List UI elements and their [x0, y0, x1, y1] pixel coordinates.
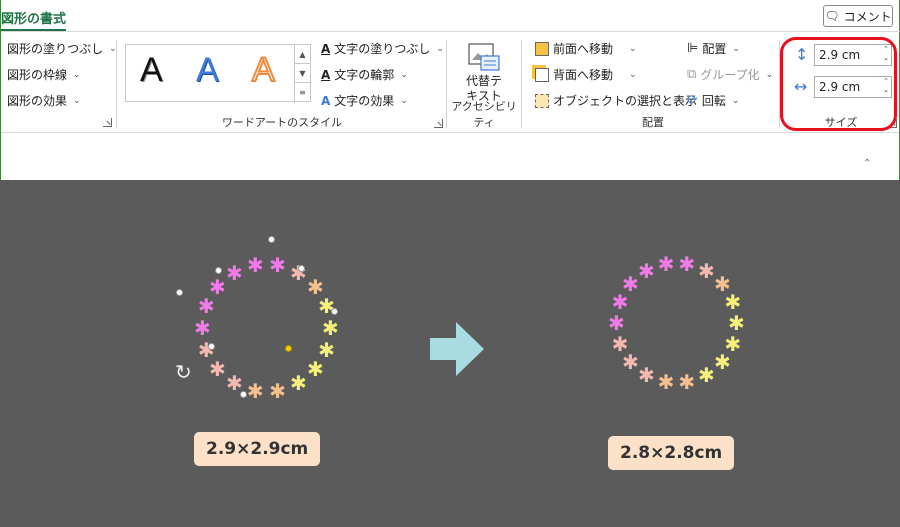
ribbon-bottom-divider: [1, 132, 899, 133]
flower-icon: ✱: [608, 311, 625, 335]
arrange-group-label: 配置: [642, 116, 664, 129]
flower-icon: ✱: [322, 316, 339, 340]
resize-handle[interactable]: [331, 308, 338, 315]
before-size-label: 2.9×2.9cm: [194, 432, 321, 466]
group-separator: [116, 40, 117, 128]
group-separator: [521, 40, 522, 128]
flower-icon: ✱: [194, 316, 211, 340]
slide-canvas: ↻ 2.9×2.9cm 2.8×2.8cm ✱ ✱ ✱ ✱ ✱ ✱ ✱ ✱ ✱ ✱ ✱ ✱ ✱ ✱ ✱ ✱ ✱ ✱…: [0, 180, 900, 527]
rotate-handle-icon[interactable]: ↻: [175, 360, 192, 384]
flower-icon: ✱: [638, 362, 655, 387]
flower-icon: ✱: [307, 357, 324, 382]
flower-icon: ✱: [226, 371, 243, 396]
flower-icon: ✱: [728, 311, 745, 335]
ribbon: 図形の書式 🗨 コメント 図形の塗りつぶし ⌄ 図形の枠線 ⌄ 図形の効果 ⌄ A A…: [0, 0, 900, 180]
shape-fill-label: 図形の塗りつぶし: [7, 42, 104, 56]
resize-handle[interactable]: [240, 391, 247, 398]
flower-icon: ✱: [197, 294, 215, 319]
right-arrow-icon: [430, 322, 484, 379]
flower-icon: ✱: [678, 370, 696, 395]
flower-icon: ✱: [724, 331, 742, 356]
accessibility-group-label: アクセシビリティ: [451, 100, 517, 129]
wordart-styles-group: ワードアートのスタイル: [119, 34, 445, 132]
flower-icon: ✱: [678, 251, 696, 276]
resize-handle[interactable]: [208, 343, 215, 350]
resize-handle[interactable]: [298, 265, 305, 272]
flower-icon: ✱: [622, 349, 639, 374]
resize-handle[interactable]: [215, 267, 222, 274]
flower-icon: ✱: [657, 370, 675, 395]
resize-handle[interactable]: [176, 289, 183, 296]
flower-icon: ✱: [269, 379, 286, 404]
arrange-group: 配置: [525, 34, 781, 132]
flower-icon: ✱: [657, 251, 675, 276]
accessibility-group: アクセシビリティ: [449, 34, 519, 132]
flower-icon: ✱: [246, 252, 264, 277]
shape-effects-label: 図形の効果: [7, 94, 68, 108]
shape-styles-launcher-icon[interactable]: [103, 118, 112, 127]
adjust-handle[interactable]: [285, 345, 292, 352]
flower-icon: ✱: [638, 259, 655, 284]
flower-icon: ✱: [611, 290, 629, 315]
tab-shape-format[interactable]: 図形の書式: [1, 8, 67, 31]
flower-icon: ✱: [307, 274, 324, 299]
flower-icon: ✱: [246, 379, 264, 404]
ribbon-collapse-icon[interactable]: ⌃: [863, 158, 871, 169]
shape-outline-button[interactable]: 図形の枠線 ⌄: [7, 66, 81, 83]
chevron-down-icon: ⌄: [73, 95, 81, 106]
shape-effects-button[interactable]: 図形の効果 ⌄: [7, 92, 81, 109]
comment-icon: 🗨: [824, 9, 840, 23]
chevron-down-icon: ⌄: [73, 69, 81, 80]
flower-icon: ✱: [226, 260, 243, 285]
flower-icon: ✱: [290, 371, 307, 396]
shape-outline-label: 図形の枠線: [7, 68, 68, 82]
flower-icon: ✱: [713, 272, 731, 297]
comment-label: コメント: [843, 9, 892, 24]
tab-bar: 図形の書式 🗨 コメント: [1, 0, 900, 32]
size-highlight-annotation: [780, 37, 897, 131]
flower-icon: ✱: [698, 259, 715, 284]
flower-icon: ✱: [318, 337, 335, 362]
wordart-group-label: ワードアートのスタイル: [221, 116, 343, 129]
flower-icon: ✱: [269, 252, 286, 277]
shape-fill-button[interactable]: 図形の塗りつぶし ⌄: [7, 40, 117, 57]
group-separator: [446, 40, 447, 128]
resize-handle[interactable]: [268, 236, 275, 243]
after-size-label: 2.8×2.8cm: [608, 436, 735, 470]
flower-icon: ✱: [698, 362, 715, 387]
flower-icon: ✱: [208, 357, 226, 382]
comment-button[interactable]: 🗨 コメント: [823, 5, 893, 27]
tab-divider: [1, 31, 900, 32]
wordart-launcher-icon[interactable]: [434, 119, 443, 128]
